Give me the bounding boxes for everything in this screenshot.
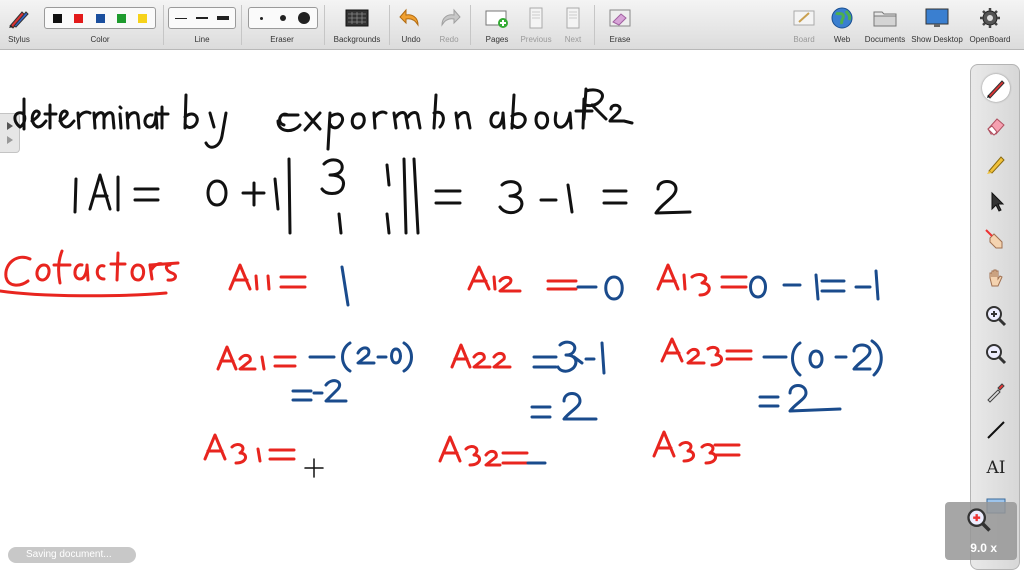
eraser-small-button[interactable]: [252, 9, 271, 27]
line-thick-button[interactable]: [213, 9, 232, 27]
laser-pointer-tool[interactable]: [982, 226, 1010, 254]
main-toolbar: Stylus Color Line Eraser Backgrounds Und…: [0, 0, 1024, 50]
zoom-out-tool[interactable]: [982, 340, 1010, 368]
color-palette: [44, 7, 156, 29]
pen-icon: [987, 80, 1005, 99]
previous-page-icon: [529, 7, 543, 29]
folder-icon: [873, 11, 897, 27]
zoom-out-icon: [986, 344, 1007, 365]
text-tool-label: AI: [986, 458, 1006, 478]
line-width-palette: [168, 7, 236, 29]
zoom-in-tool[interactable]: [982, 302, 1010, 330]
eraser-medium-button[interactable]: [273, 9, 292, 27]
determinant-equation-handwriting: [73, 157, 692, 235]
pointer-icon: [991, 191, 1005, 212]
zoom-in-icon: [986, 306, 1007, 327]
zoom-value: 9.0 x: [970, 541, 997, 555]
pipette-icon: [987, 383, 1005, 403]
documents-button[interactable]: Documents: [862, 0, 908, 50]
cofactors-heading-handwriting: [0, 249, 180, 298]
color-swatch-red[interactable]: [69, 9, 88, 27]
previous-page-button[interactable]: Previous: [518, 0, 554, 50]
show-desktop-button[interactable]: Show Desktop: [910, 0, 964, 50]
backgrounds-icon: [345, 9, 369, 27]
stylus-label: Stylus: [8, 35, 30, 44]
eraser-large-button[interactable]: [295, 9, 314, 27]
undo-label: Undo: [401, 35, 421, 44]
redo-button[interactable]: Redo: [432, 0, 466, 50]
undo-button[interactable]: Undo: [394, 0, 428, 50]
color-swatch-blue[interactable]: [90, 9, 109, 27]
show-desktop-label: Show Desktop: [911, 35, 963, 44]
hand-icon: [989, 269, 1003, 287]
hand-tool[interactable]: [982, 264, 1010, 292]
board-button[interactable]: Board: [786, 0, 822, 50]
line-thin-button[interactable]: [172, 9, 191, 27]
heading-handwriting: [13, 87, 634, 151]
erase-label: Erase: [609, 35, 631, 44]
board-label: Board: [793, 35, 815, 44]
backgrounds-label: Backgrounds: [333, 35, 381, 44]
gear-icon: [980, 8, 1000, 28]
stylus-button[interactable]: Stylus: [2, 0, 36, 50]
web-label: Web: [833, 35, 851, 44]
color-swatch-black[interactable]: [48, 9, 67, 27]
eraser-tool[interactable]: [982, 112, 1010, 140]
next-page-label: Next: [564, 35, 582, 44]
board-icon: [793, 10, 815, 26]
whiteboard-canvas[interactable]: [0, 51, 1024, 576]
next-page-button[interactable]: Next: [556, 0, 590, 50]
marker-tool[interactable]: [982, 150, 1010, 178]
next-page-icon: [566, 7, 580, 29]
color-label: Color: [90, 35, 110, 44]
cofactor-labels-handwriting: [203, 263, 753, 467]
pages-label: Pages: [485, 35, 509, 44]
cofactor-values-handwriting: [291, 265, 883, 465]
monitor-icon: [925, 8, 949, 27]
zoom-indicator[interactable]: 9.0 x: [945, 502, 1017, 560]
status-toast: Saving document...: [8, 547, 136, 563]
openboard-menu-button[interactable]: OpenBoard: [966, 0, 1014, 50]
pointer-tool[interactable]: [982, 188, 1010, 216]
color-group: Color: [40, 0, 160, 50]
color-swatch-yellow[interactable]: [133, 9, 152, 27]
handwriting-layer: [0, 87, 883, 478]
line-tool[interactable]: [982, 416, 1010, 444]
eraser-size-palette: [248, 7, 318, 29]
pen-tool[interactable]: [982, 74, 1010, 102]
undo-icon: [399, 8, 419, 27]
line-icon: [987, 421, 1005, 439]
pages-icon: [485, 10, 508, 28]
stylus-palette: AI: [970, 64, 1020, 570]
previous-page-label: Previous: [520, 35, 552, 44]
zoom-magnifier-icon: [967, 508, 991, 532]
erase-icon: [609, 9, 631, 27]
globe-icon: [831, 7, 853, 29]
openboard-label: OpenBoard: [969, 35, 1011, 44]
line-group: Line: [166, 0, 238, 50]
redo-icon: [441, 8, 461, 27]
laser-hand-icon: [985, 229, 1003, 249]
line-medium-button[interactable]: [193, 9, 212, 27]
erase-button[interactable]: Erase: [600, 0, 640, 50]
line-label: Line: [194, 35, 210, 44]
marker-icon: [987, 156, 1005, 174]
eraser-group: Eraser: [244, 0, 320, 50]
redo-label: Redo: [439, 35, 459, 44]
documents-label: Documents: [864, 35, 906, 44]
eraser-label: Eraser: [270, 35, 294, 44]
color-swatch-green[interactable]: [112, 9, 131, 27]
stylus-icon: [9, 11, 29, 29]
crosshair-cursor: [304, 458, 324, 478]
eraser-icon: [987, 118, 1005, 136]
web-button[interactable]: Web: [824, 0, 860, 50]
openboard-app: Stylus Color Line Eraser Backgrounds Und…: [0, 0, 1024, 576]
text-tool[interactable]: AI: [982, 454, 1010, 482]
pages-button[interactable]: Pages: [478, 0, 516, 50]
backgrounds-button[interactable]: Backgrounds: [328, 0, 386, 50]
color-picker-tool[interactable]: [982, 378, 1010, 406]
